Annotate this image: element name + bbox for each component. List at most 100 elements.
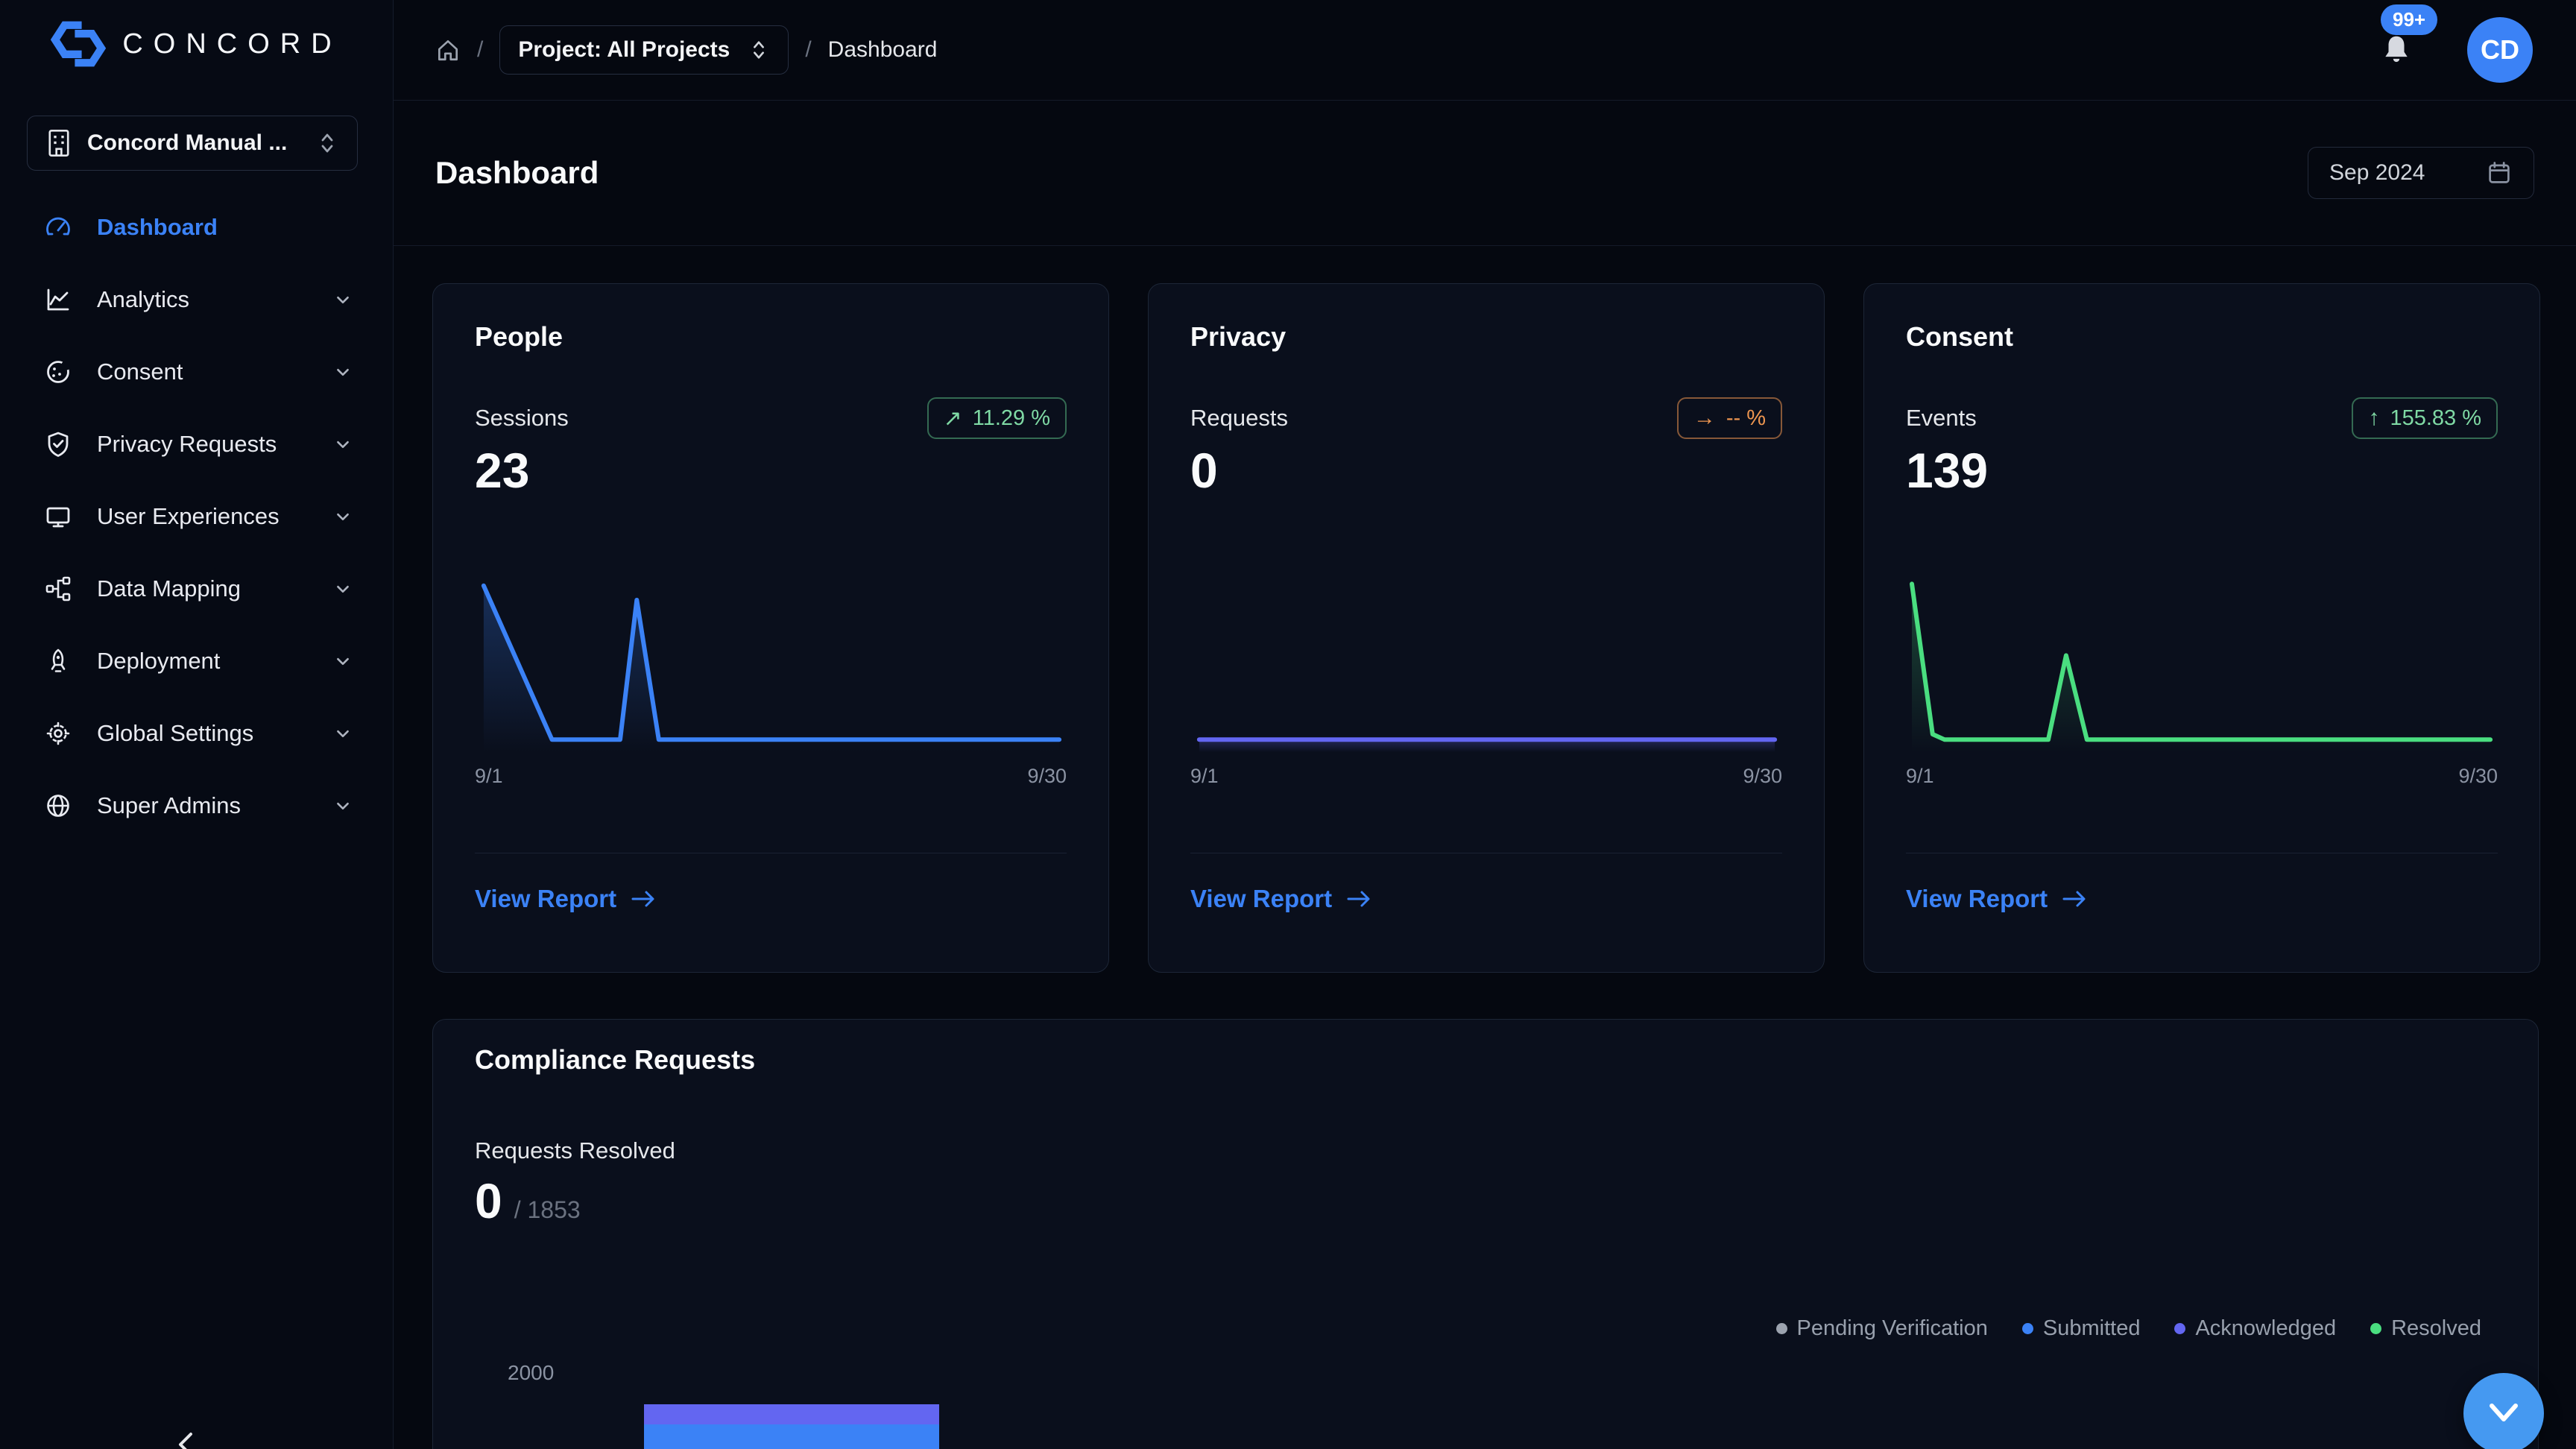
shield-check-icon bbox=[45, 431, 72, 458]
kpi-card-consent: Consent Events ↑ 155.83 % 139 9/1 9/30 V… bbox=[1863, 283, 2540, 973]
org-selector[interactable]: Concord Manual ... bbox=[27, 116, 358, 171]
view-report-link[interactable]: View Report bbox=[1906, 885, 2091, 913]
arrow-up-right-icon: ↗ bbox=[944, 405, 962, 432]
sidebar-item-label: Super Admins bbox=[97, 792, 241, 819]
metric-label: Sessions bbox=[475, 405, 569, 432]
bell-icon bbox=[2379, 34, 2414, 66]
sidebar-item-label: User Experiences bbox=[97, 503, 280, 530]
delta-badge: ↗ 11.29 % bbox=[927, 397, 1067, 439]
sidebar-item-dashboard[interactable]: Dashboard bbox=[0, 191, 393, 263]
card-title: Consent bbox=[1906, 321, 2013, 353]
delta-badge: ↑ 155.83 % bbox=[2352, 397, 2498, 439]
monitor-icon bbox=[45, 503, 72, 530]
x-axis-end: 9/30 bbox=[1027, 765, 1067, 788]
kpi-card-privacy: Privacy Requests → -- % 0 9/1 9/30 View … bbox=[1148, 283, 1825, 973]
sidebar-item-label: Data Mapping bbox=[97, 575, 241, 602]
notification-count-badge: 99+ bbox=[2381, 4, 2437, 35]
x-axis-end: 9/30 bbox=[1743, 765, 1782, 788]
sidebar: CONCORD Concord Manual ... Dashboard bbox=[0, 0, 394, 1449]
chevron-down-icon bbox=[332, 433, 354, 455]
view-report-link[interactable]: View Report bbox=[1190, 885, 1375, 913]
avatar-initials: CD bbox=[2481, 34, 2519, 66]
project-selector[interactable]: Project: All Projects bbox=[499, 25, 789, 75]
brand-logo: CONCORD bbox=[0, 21, 393, 67]
globe-icon bbox=[45, 792, 72, 819]
sidebar-item-label: Deployment bbox=[97, 648, 220, 675]
chevron-down-icon bbox=[332, 722, 354, 745]
bar-segment-acknowledged bbox=[644, 1404, 939, 1424]
brand-name: CONCORD bbox=[122, 28, 341, 60]
requests-sparkline-chart bbox=[1190, 573, 1784, 752]
stacked-bar bbox=[644, 1404, 939, 1449]
chart-x-axis: 9/1 9/30 bbox=[475, 765, 1067, 788]
legend-label: Submitted bbox=[2043, 1316, 2141, 1341]
legend-dot bbox=[2174, 1323, 2185, 1334]
chart-x-axis: 9/1 9/30 bbox=[1190, 765, 1782, 788]
sidebar-item-consent[interactable]: Consent bbox=[0, 335, 393, 408]
view-report-label: View Report bbox=[1190, 885, 1332, 913]
x-axis-start: 9/1 bbox=[1190, 765, 1219, 788]
resolved-total: / 1853 bbox=[514, 1196, 581, 1224]
view-report-label: View Report bbox=[1906, 885, 2048, 913]
metric-value-row: 0 / 1853 bbox=[475, 1172, 581, 1229]
chart-line-icon bbox=[45, 286, 72, 313]
legend-item-pending-verification: Pending Verification bbox=[1776, 1316, 1988, 1341]
concord-logo-icon bbox=[51, 21, 106, 67]
sidebar-nav: Dashboard Analytics Consent bbox=[0, 191, 393, 842]
sidebar-item-label: Privacy Requests bbox=[97, 431, 277, 458]
notifications-button[interactable]: 99+ bbox=[2379, 34, 2414, 66]
arrow-right-icon bbox=[630, 888, 660, 909]
metric-value: 139 bbox=[1906, 442, 1988, 499]
date-filter[interactable]: Sep 2024 bbox=[2308, 147, 2534, 199]
delta-value: 155.83 % bbox=[2390, 406, 2481, 431]
resolved-count: 0 bbox=[475, 1172, 502, 1229]
gear-icon bbox=[45, 720, 72, 747]
metric-label: Requests bbox=[1190, 405, 1288, 432]
y-axis-tick: 2000 bbox=[508, 1361, 554, 1385]
sidebar-item-label: Consent bbox=[97, 359, 183, 385]
sidebar-item-global-settings[interactable]: Global Settings bbox=[0, 697, 393, 769]
chevron-down-icon bbox=[332, 650, 354, 672]
breadcrumb-separator: / bbox=[805, 37, 811, 63]
chevrons-up-down-icon bbox=[748, 37, 770, 63]
chevrons-up-down-icon bbox=[315, 130, 339, 157]
metric-label: Events bbox=[1906, 405, 1977, 432]
breadcrumb-current-page: Dashboard bbox=[828, 37, 938, 63]
scroll-down-button[interactable] bbox=[2463, 1373, 2544, 1449]
page-header: Dashboard Sep 2024 bbox=[394, 101, 2576, 246]
legend-label: Acknowledged bbox=[2195, 1316, 2336, 1341]
x-axis-end: 9/30 bbox=[2458, 765, 2498, 788]
legend-item-submitted: Submitted bbox=[2022, 1316, 2141, 1341]
sidebar-item-analytics[interactable]: Analytics bbox=[0, 263, 393, 335]
kpi-card-people: People Sessions ↗ 11.29 % 23 9/1 9/30 Vi… bbox=[432, 283, 1109, 973]
sidebar-item-privacy-requests[interactable]: Privacy Requests bbox=[0, 408, 393, 480]
cookie-icon bbox=[45, 359, 72, 385]
arrow-up-icon: ↑ bbox=[2368, 405, 2379, 431]
card-title: Compliance Requests bbox=[475, 1044, 755, 1076]
sidebar-item-user-experiences[interactable]: User Experiences bbox=[0, 480, 393, 552]
chart-legend: Pending Verification Submitted Acknowled… bbox=[1776, 1316, 2481, 1341]
chevron-down-icon bbox=[332, 361, 354, 383]
avatar[interactable]: CD bbox=[2467, 17, 2533, 83]
chevron-down-icon bbox=[332, 578, 354, 600]
chart-x-axis: 9/1 9/30 bbox=[1906, 765, 2498, 788]
view-report-link[interactable]: View Report bbox=[475, 885, 660, 913]
x-axis-start: 9/1 bbox=[475, 765, 503, 788]
legend-item-acknowledged: Acknowledged bbox=[2174, 1316, 2336, 1341]
legend-dot bbox=[2370, 1323, 2381, 1334]
sidebar-item-super-admins[interactable]: Super Admins bbox=[0, 769, 393, 842]
rocket-icon bbox=[45, 648, 72, 675]
sidebar-item-deployment[interactable]: Deployment bbox=[0, 625, 393, 697]
chevron-down-icon bbox=[2484, 1400, 2523, 1427]
sidebar-collapse-button[interactable] bbox=[170, 1430, 203, 1449]
chevron-down-icon bbox=[332, 505, 354, 528]
metric-value: 0 bbox=[1190, 442, 1218, 499]
page-title: Dashboard bbox=[435, 155, 599, 191]
home-icon[interactable] bbox=[435, 37, 461, 63]
calendar-icon bbox=[2486, 160, 2513, 186]
legend-dot bbox=[1776, 1323, 1787, 1334]
arrow-right-icon: → bbox=[1693, 405, 1716, 431]
x-axis-start: 9/1 bbox=[1906, 765, 1934, 788]
arrow-right-icon bbox=[1345, 888, 1375, 909]
sidebar-item-data-mapping[interactable]: Data Mapping bbox=[0, 552, 393, 625]
